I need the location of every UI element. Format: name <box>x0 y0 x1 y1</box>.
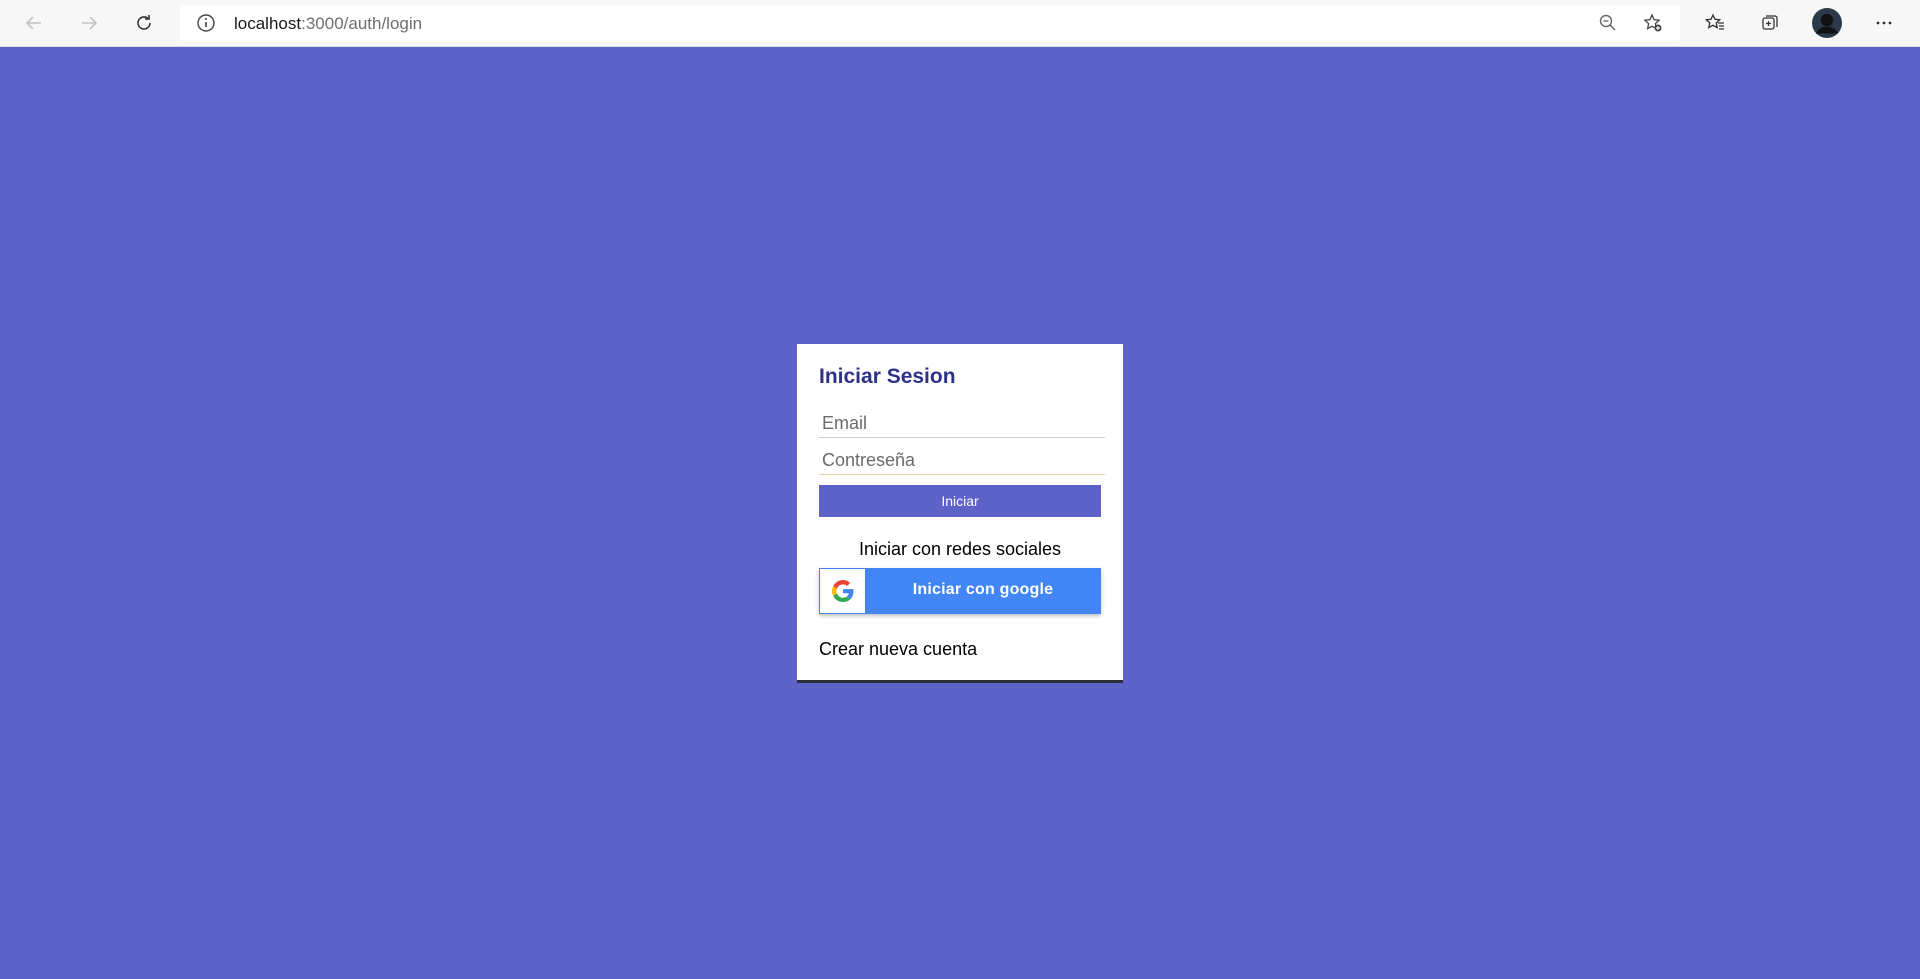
favorites-list-icon <box>1705 13 1724 30</box>
create-account-link[interactable]: Crear nueva cuenta <box>819 639 977 660</box>
address-bar[interactable]: localhost:3000/auth/login <box>180 5 1680 41</box>
browser-toolbar: localhost:3000/auth/login <box>0 0 1920 47</box>
arrow-left-icon <box>25 16 41 30</box>
zoom-out-icon[interactable] <box>1598 13 1618 33</box>
google-icon-container <box>820 569 865 613</box>
refresh-icon <box>137 15 151 30</box>
url-text[interactable]: localhost:3000/auth/login <box>234 14 422 34</box>
url-path: :3000/auth/login <box>301 14 423 33</box>
email-field[interactable] <box>819 410 1105 438</box>
info-icon[interactable] <box>196 13 216 33</box>
page-title: Iniciar Sesion <box>819 365 956 388</box>
profile-button[interactable] <box>1811 7 1843 39</box>
settings-menu-button[interactable] <box>1868 7 1900 39</box>
forward-button[interactable] <box>73 7 105 39</box>
url-host: localhost <box>234 14 302 33</box>
google-logo-icon <box>831 580 853 602</box>
google-login-button[interactable]: Iniciar con google <box>819 568 1101 614</box>
login-card: Iniciar Sesion Iniciar Iniciar con redes… <box>797 344 1123 683</box>
login-submit-button[interactable]: Iniciar <box>819 485 1101 517</box>
collections-button[interactable] <box>1754 7 1786 39</box>
star-plus-icon[interactable] <box>1643 13 1663 33</box>
refresh-button[interactable] <box>128 7 160 39</box>
google-login-label: Iniciar con google <box>912 581 1054 598</box>
favorites-button[interactable] <box>1699 7 1731 39</box>
login-page-background: Iniciar Sesion Iniciar Iniciar con redes… <box>0 47 1920 979</box>
avatar <box>1812 8 1842 38</box>
arrow-right-icon <box>82 16 98 30</box>
collections-icon <box>1762 15 1778 30</box>
back-button[interactable] <box>18 7 50 39</box>
password-field[interactable] <box>819 447 1105 475</box>
social-login-label: Iniciar con redes sociales <box>858 539 1062 559</box>
more-icon <box>1876 21 1892 25</box>
